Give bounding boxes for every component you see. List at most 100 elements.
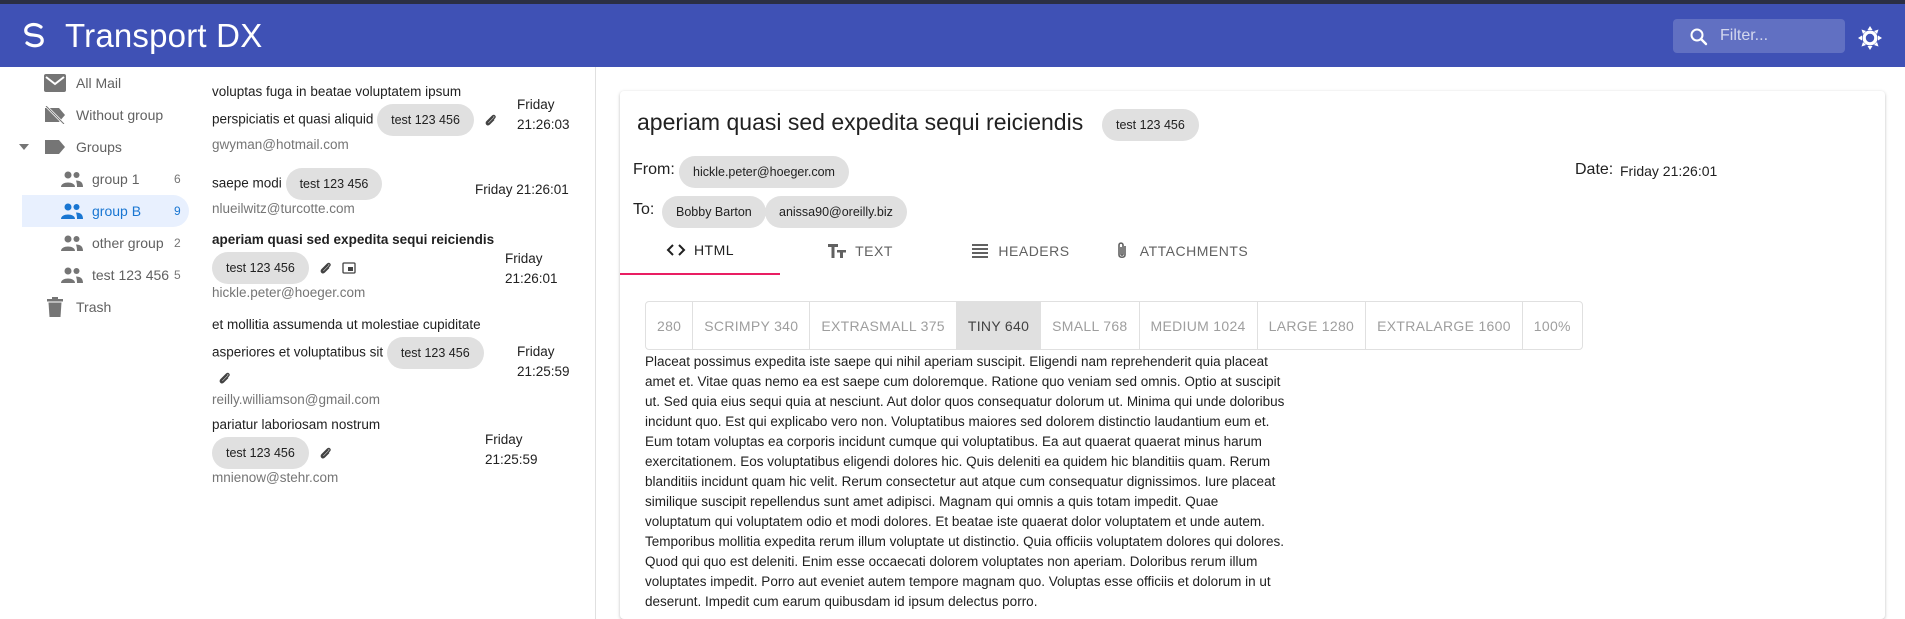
message-date-day: Friday [505,251,543,266]
message-subject: aperiam quasi sed expedita sequi reicien… [212,232,495,247]
sidebar-item-other-group[interactable]: other group 2 [0,227,190,259]
list-item[interactable]: voluptas fuga in beatae voluptatem ipsum… [212,79,592,159]
caret-down-icon [18,136,30,158]
size-extralarge-button[interactable]: EXTRALARGE 1600 [1366,302,1523,349]
view-tabs: HTML TEXT HEADERS ATTACHMENTS [620,227,1260,275]
people-icon [61,200,83,222]
sidebar-item-group-1[interactable]: group 1 6 [0,163,190,195]
sidebar: All Mail Without group Groups group 1 6 … [0,67,200,619]
list-item[interactable]: pariatur laboriosam nostrum test 123 456… [212,412,592,492]
size-scrimpy-button[interactable]: SCRIMPY 340 [693,302,811,349]
sidebar-item-label: group 1 [92,171,140,187]
filter-box[interactable] [1673,19,1845,53]
from-chip[interactable]: hickle.peter@hoeger.com [679,156,849,188]
label-off-icon [44,104,66,126]
message-body: Placeat possimus expedita iste saepe qui… [645,354,1285,609]
sidebar-item-label: Groups [76,139,122,155]
message-list: voluptas fuga in beatae voluptatem ipsum… [200,67,596,619]
tab-label: TEXT [855,243,893,259]
tab-attachments[interactable]: ATTACHMENTS [1100,227,1260,275]
sidebar-item-label: test 123 456 [92,267,170,283]
sidebar-item-label: Without group [76,107,164,123]
tab-text[interactable]: TEXT [780,227,940,275]
sidebar-item-test-123-456[interactable]: test 123 456 5 [0,259,190,291]
message-group-chip: test 123 456 [377,104,474,136]
message-date-day: Friday [517,97,555,112]
size-large-button[interactable]: LARGE 1280 [1258,302,1367,349]
attachment-icon [485,114,496,126]
message-subject: et mollitia assumenda ut molestiae cupid… [212,317,481,332]
tab-html[interactable]: HTML [620,227,780,275]
message-group-chip: test 123 456 [386,337,484,369]
date-label: Date: [1575,161,1614,178]
mail-icon [44,72,66,94]
message-group-chip: test 123 456 [212,252,309,284]
size-medium-button[interactable]: MEDIUM 1024 [1140,302,1258,349]
filter-input[interactable] [1720,25,1838,47]
attachment-icon [1117,242,1126,259]
tab-label: HTML [693,242,735,258]
date-value: Friday 21:26:01 [1620,163,1718,179]
sidebar-item-group-b[interactable]: group B 9 [22,195,189,227]
to-chip[interactable]: Bobby Barton [662,196,766,228]
message-group-chip: test 123 456 [285,168,383,200]
sidebar-item-without-group[interactable]: Without group [0,99,190,131]
to-chip[interactable]: anissa90@oreilly.biz [765,196,907,228]
message-from: mnienow@stehr.com [212,470,339,485]
tab-headers[interactable]: HEADERS [940,227,1100,275]
tab-label: HEADERS [998,243,1070,259]
message-subject: saepe modi [212,175,282,191]
sidebar-item-trash[interactable]: Trash [0,291,190,323]
message-date-day: Friday [485,432,523,447]
message-date-time: 21:25:59 [485,452,538,467]
attachment-icon [320,262,331,274]
brightness-icon[interactable] [1857,25,1883,51]
sidebar-item-groups[interactable]: Groups [0,131,190,163]
code-icon [666,244,686,256]
label-icon [44,136,66,158]
message-date-time: 21:26:01 [505,271,558,286]
list-item[interactable]: saepe modi test 123 456 nlueilwitz@turco… [212,168,592,218]
message-from: nlueilwitz@turcotte.com [212,201,355,216]
people-icon [61,264,83,286]
sidebar-item-label: Trash [76,299,112,315]
message-date-time: 21:25:59 [517,364,570,379]
attachment-icon [320,447,331,459]
app-title: Transport DX [65,17,263,54]
people-icon [61,168,83,190]
size-280-button[interactable]: 280 [646,302,694,349]
app-bar: Transport DX [0,0,1905,67]
message-from: reilly.williamson@gmail.com [212,392,380,407]
list-icon [972,244,989,258]
trash-icon [44,296,66,318]
from-label: From: [633,161,675,178]
sidebar-item-all-mail[interactable]: All Mail [0,67,190,99]
search-icon [1690,28,1708,46]
to-label: To: [633,201,655,218]
detail-subject: aperiam quasi sed expedita sequi reicien… [637,109,1084,135]
sidebar-item-count: 5 [174,268,181,282]
message-date-day: Friday [517,344,555,359]
sidebar-item-label: other group [92,235,164,251]
message-group-chip: test 123 456 [212,437,309,469]
viewport-size-selector: 280 SCRIMPY 340 EXTRASMALL 375 TINY 640 … [645,301,1583,350]
sidebar-item-count: 2 [174,236,181,250]
size-small-button[interactable]: SMALL 768 [1041,302,1140,349]
attachment-icon [219,372,230,384]
size-extrasmall-button[interactable]: EXTRASMALL 375 [810,302,957,349]
sidebar-item-count: 9 [174,204,181,218]
sidebar-item-label: group B [92,203,142,219]
list-item[interactable]: aperiam quasi sed expedita sequi reicien… [212,227,592,307]
size-tiny-button[interactable]: TINY 640 [956,302,1042,349]
size-100-percent-button[interactable]: 100% [1523,302,1582,349]
app-logo-icon[interactable] [20,21,48,49]
detail-group-chip: test 123 456 [1102,109,1199,141]
message-from: gwyman@hotmail.com [212,137,349,152]
tab-label: ATTACHMENTS [1139,243,1249,259]
text-fields-icon [828,244,847,258]
message-detail: aperiam quasi sed expedita sequi reicien… [620,91,1885,619]
message-date: Friday 21:26:01 [475,182,569,197]
sidebar-item-label: All Mail [76,75,122,91]
people-icon [61,232,83,254]
list-item[interactable]: et mollitia assumenda ut molestiae cupid… [212,312,592,407]
